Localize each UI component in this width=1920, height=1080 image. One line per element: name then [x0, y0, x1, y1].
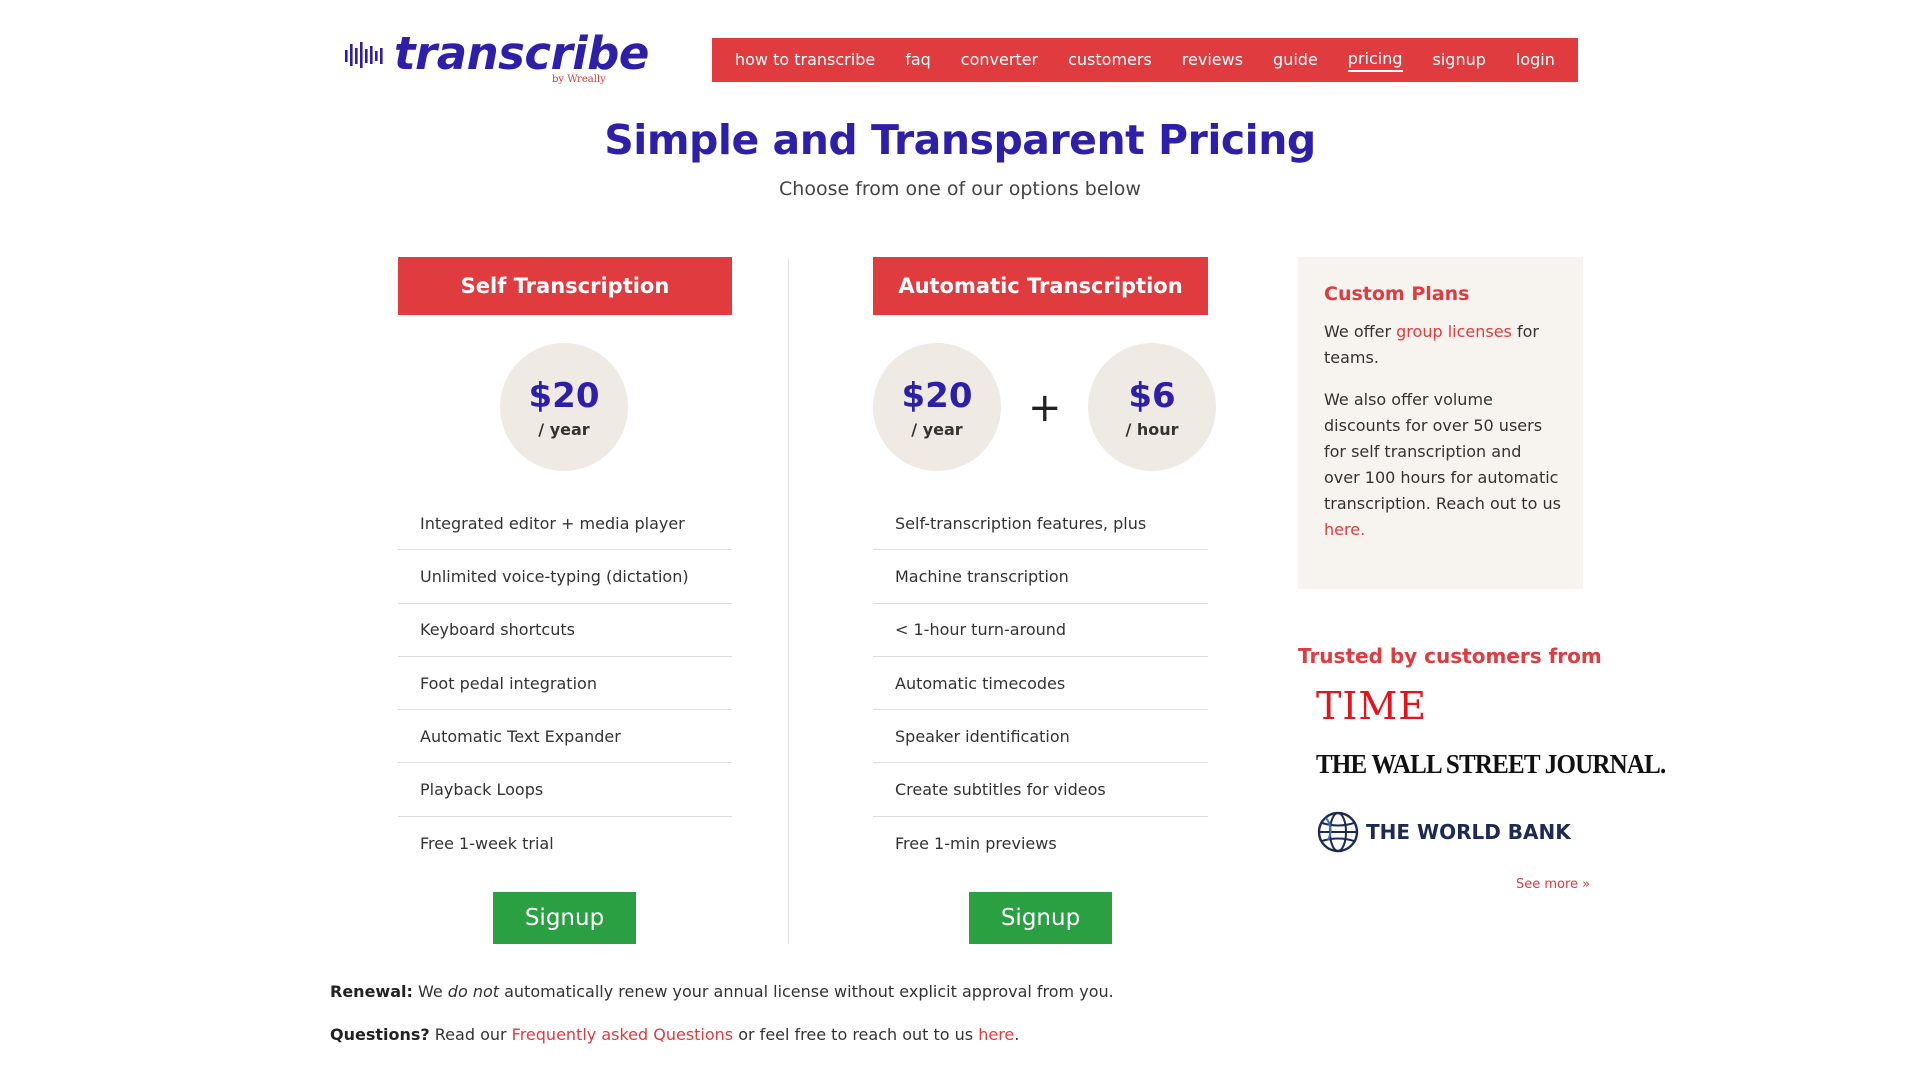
text-fragment: .	[1014, 1025, 1020, 1044]
plan-self-transcription: Self Transcription	[398, 257, 732, 315]
questions-note: Questions? Read our Frequently asked Que…	[330, 1025, 1019, 1044]
nav-faq[interactable]: faq	[905, 50, 931, 71]
price-unit: / year	[538, 419, 590, 439]
column-divider	[788, 258, 789, 944]
feature-item: < 1-hour turn-around	[873, 604, 1208, 657]
signup-button-auto[interactable]: Signup	[969, 892, 1112, 944]
feature-item: Unlimited voice-typing (dictation)	[398, 550, 732, 604]
nav-reviews[interactable]: reviews	[1182, 50, 1243, 71]
feature-list-self: Integrated editor + media player Unlimit…	[398, 497, 732, 870]
price-amount: $20	[901, 375, 973, 416]
volume-discount-text: We also offer volume discounts for over …	[1324, 387, 1561, 543]
page-subtitle: Choose from one of our options below	[779, 178, 1141, 200]
page-title: Simple and Transparent Pricing	[604, 116, 1316, 164]
text-fragment: or feel free to reach out to us	[733, 1025, 979, 1044]
feature-item: Foot pedal integration	[398, 657, 732, 711]
brand-byline: by Wreally	[552, 74, 606, 85]
soundwave-icon	[345, 42, 383, 68]
contact-here-link[interactable]: here	[978, 1025, 1014, 1044]
feature-item: Playback Loops	[398, 763, 732, 817]
questions-label: Questions?	[330, 1025, 430, 1044]
contact-here-link[interactable]: here	[1324, 520, 1360, 539]
text-fragment: .	[1360, 520, 1366, 539]
feature-item: Free 1-min previews	[895, 833, 1057, 853]
text-fragment: automatically renew your annual license …	[499, 982, 1114, 1001]
plan-title: Self Transcription	[398, 257, 732, 315]
price-circle-annual: $20 / year	[873, 343, 1001, 471]
feature-item: Integrated editor + media player	[398, 497, 732, 551]
plan-title: Automatic Transcription	[873, 257, 1208, 315]
see-more-link[interactable]: See more »	[1516, 877, 1590, 892]
world-bank-logo: THE WORLD BANK	[1316, 810, 1571, 854]
price-amount: $6	[1128, 375, 1176, 416]
group-licenses-link[interactable]: group licenses	[1396, 322, 1512, 341]
text-fragment: We offer	[1324, 322, 1397, 341]
nav-login[interactable]: login	[1516, 50, 1555, 71]
feature-list-auto: Self-transcription features, plus Machin…	[873, 497, 1208, 870]
nav-how-to-transcribe[interactable]: how to transcribe	[735, 50, 875, 71]
text-fragment: We	[412, 982, 448, 1001]
text-fragment: Read our	[429, 1025, 512, 1044]
emphasis: do not	[447, 982, 500, 1001]
world-bank-wordmark: THE WORLD BANK	[1366, 820, 1571, 844]
price-circle-hourly: $6 / hour	[1088, 343, 1216, 471]
brand-logo[interactable]: transcribe by Wreally	[344, 26, 649, 90]
renewal-label: Renewal:	[330, 982, 413, 1001]
price-circle: $20 / year	[500, 343, 628, 471]
trusted-title: Trusted by customers from	[1298, 644, 1602, 668]
feature-item: Automatic timecodes	[873, 657, 1208, 711]
custom-plans-title: Custom Plans	[1324, 283, 1470, 305]
plus-sign: +	[1028, 385, 1062, 431]
feature-item: Automatic Text Expander	[398, 710, 732, 764]
nav-guide[interactable]: guide	[1273, 50, 1318, 71]
brand-name: transcribe	[394, 27, 649, 80]
custom-plans-panel: Custom Plans We offer group licenses for…	[1298, 257, 1583, 589]
group-licenses-text: We offer group licenses for teams.	[1324, 319, 1561, 371]
main-nav: how to transcribe faq converter customer…	[712, 38, 1578, 82]
nav-pricing[interactable]: pricing	[1347, 49, 1403, 72]
nav-converter[interactable]: converter	[961, 50, 1038, 71]
time-logo: TIME	[1316, 684, 1428, 728]
text-fragment: We also offer volume discounts for over …	[1324, 390, 1561, 513]
renewal-note: Renewal: We do not automatically renew y…	[330, 982, 1114, 1001]
feature-item: Self-transcription features, plus	[873, 497, 1208, 551]
feature-item: Machine transcription	[873, 550, 1208, 604]
price-unit: / year	[911, 419, 963, 439]
nav-customers[interactable]: customers	[1068, 50, 1152, 71]
faq-link[interactable]: Frequently asked Questions	[512, 1025, 733, 1044]
feature-item: Keyboard shortcuts	[398, 604, 732, 657]
price-unit: / hour	[1125, 419, 1179, 439]
feature-item: Create subtitles for videos	[873, 763, 1208, 817]
plan-automatic-transcription: Automatic Transcription	[873, 257, 1208, 315]
feature-item: Free 1-week trial	[420, 833, 554, 853]
signup-button-self[interactable]: Signup	[493, 892, 636, 944]
globe-icon	[1317, 811, 1359, 853]
wsj-logo: THE WALL STREET JOURNAL.	[1316, 750, 1666, 780]
price-amount: $20	[528, 375, 600, 416]
nav-signup[interactable]: signup	[1433, 50, 1486, 71]
feature-item: Speaker identification	[873, 710, 1208, 764]
